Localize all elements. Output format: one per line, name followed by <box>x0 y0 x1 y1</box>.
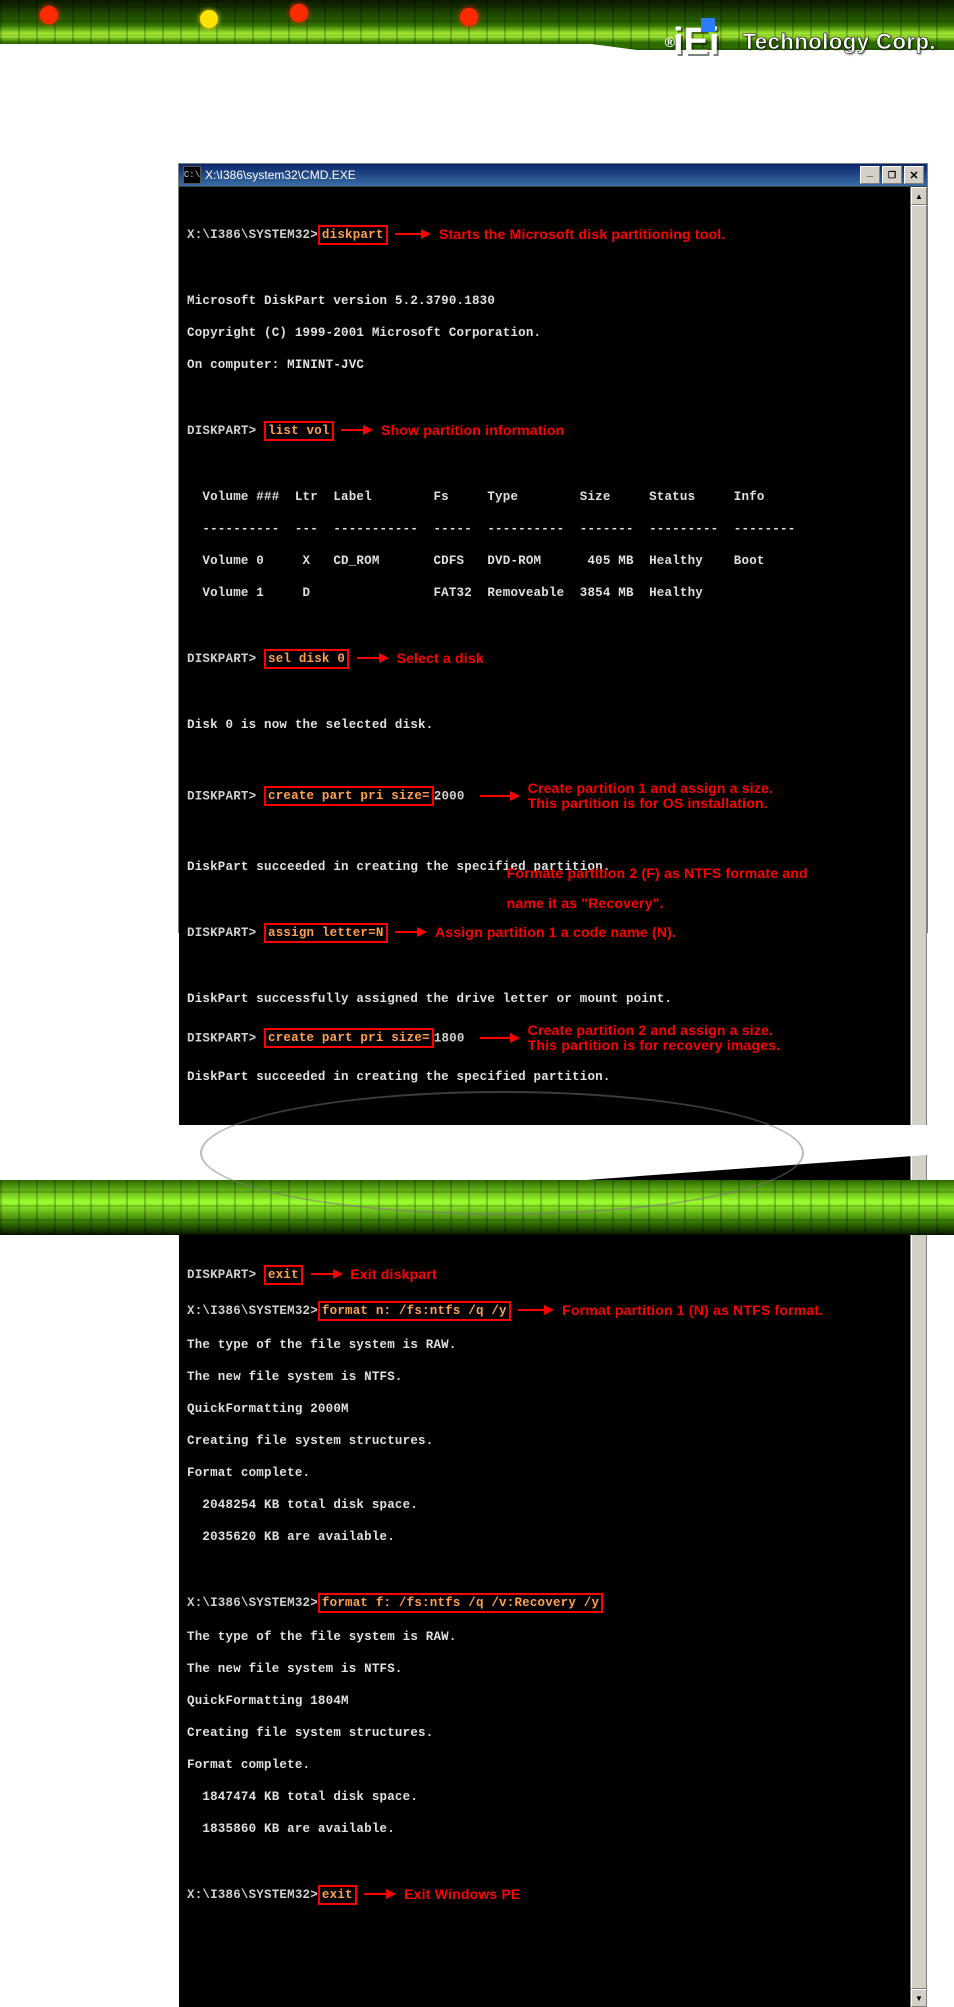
cmd-create-part-1: create part pri size= <box>264 786 434 806</box>
table-row: Volume 0 X CD_ROM CDFS DVD-ROM 405 MB He… <box>187 553 904 569</box>
brand-tagline: Technology Corp. <box>743 29 936 55</box>
cmd-icon: C:\ <box>183 166 201 184</box>
output-line: The type of the file system is RAW. <box>187 1337 904 1353</box>
annotation: Format partition 1 (N) as NTFS format. <box>562 1303 823 1318</box>
minimize-button[interactable]: _ <box>860 166 880 184</box>
console-output[interactable]: X:\I386\SYSTEM32>diskpart Starts the Mic… <box>179 187 910 2007</box>
prompt: DISKPART> <box>187 1031 264 1045</box>
cmd-format-n: format n: /fs:ntfs /q /y <box>318 1301 511 1321</box>
prompt: X:\I386\SYSTEM32> <box>187 1596 318 1610</box>
prompt: DISKPART> <box>187 1268 264 1282</box>
output-line: Format complete. <box>187 1757 904 1773</box>
table-row: Volume 1 D FAT32 Removeable 3854 MB Heal… <box>187 585 904 601</box>
close-button[interactable]: ✕ <box>904 166 924 184</box>
arrow-icon <box>357 651 389 667</box>
scroll-thumb[interactable] <box>911 205 927 1989</box>
cmd-create-part-2: create part pri size= <box>264 1028 434 1048</box>
output-line: The type of the file system is RAW. <box>187 1629 904 1645</box>
vertical-scrollbar[interactable]: ▲ ▼ <box>910 187 927 2007</box>
output-line: QuickFormatting 2000M <box>187 1401 904 1417</box>
page-footer-decoration <box>0 1180 954 1235</box>
arrow-icon <box>395 925 427 941</box>
table-sep: ---------- --- ----------- ----- -------… <box>187 521 904 537</box>
cmd-tail: 2000 <box>434 789 465 803</box>
annotation: Create partition 1 and assign a size.Thi… <box>528 781 773 811</box>
table-header: Volume ### Ltr Label Fs Type Size Status… <box>187 489 904 505</box>
output-line: QuickFormatting 1804M <box>187 1693 904 1709</box>
prompt: DISKPART> <box>187 424 264 438</box>
cmd-sel-disk: sel disk 0 <box>264 649 349 669</box>
prompt: DISKPART> <box>187 789 264 803</box>
output-line: On computer: MININT-JVC <box>187 357 904 373</box>
cmd-exit-pe: exit <box>318 1885 357 1905</box>
output-line: Disk 0 is now the selected disk. <box>187 717 904 733</box>
arrow-icon <box>364 1887 396 1903</box>
arrow-icon <box>341 423 373 439</box>
arrow-icon <box>480 788 520 804</box>
brand-logo: ® iEi <box>665 22 735 62</box>
arrow-icon <box>395 227 431 243</box>
window-title: X:\I386\system32\CMD.EXE <box>205 168 859 182</box>
cmd-exit-diskpart: exit <box>264 1265 303 1285</box>
output-line: DiskPart succeeded in creating the speci… <box>187 1069 904 1085</box>
prompt: DISKPART> <box>187 652 264 666</box>
arrow-icon <box>480 1030 520 1046</box>
output-line: 1835860 KB are available. <box>187 1821 904 1837</box>
annotation: Assign partition 1 a code name (N). <box>435 925 676 940</box>
scroll-down-button[interactable]: ▼ <box>911 1989 927 2007</box>
prompt: X:\I386\SYSTEM32> <box>187 228 318 242</box>
prompt: DISKPART> <box>187 926 264 940</box>
titlebar[interactable]: C:\ X:\I386\system32\CMD.EXE _ ❐ ✕ <box>179 164 927 186</box>
output-line: 1847474 KB total disk space. <box>187 1789 904 1805</box>
cmd-assign-n: assign letter=N <box>264 923 388 943</box>
output-line: 2035620 KB are available. <box>187 1529 904 1545</box>
output-line: The new file system is NTFS. <box>187 1661 904 1677</box>
output-line: The new file system is NTFS. <box>187 1369 904 1385</box>
arrow-icon <box>507 851 508 866</box>
annotation: Exit Windows PE <box>404 1887 520 1902</box>
cmd-list-vol: list vol <box>264 421 334 441</box>
annotation: Show partition information <box>381 423 564 438</box>
scroll-track[interactable] <box>911 205 927 1989</box>
arrow-icon <box>518 1303 554 1319</box>
maximize-button[interactable]: ❐ <box>882 166 902 184</box>
scroll-up-button[interactable]: ▲ <box>911 187 927 205</box>
annotation: Starts the Microsoft disk partitioning t… <box>439 227 725 242</box>
annotation: Select a disk <box>396 651 483 666</box>
annotation: Create partition 2 and assign a size.Thi… <box>528 1023 781 1053</box>
output-line: Format complete. <box>187 1465 904 1481</box>
prompt: X:\I386\SYSTEM32> <box>187 1888 318 1902</box>
output-line: Creating file system structures. <box>187 1725 904 1741</box>
annotation: Exit diskpart <box>350 1267 437 1282</box>
output-line: 2048254 KB total disk space. <box>187 1497 904 1513</box>
output-line: Creating file system structures. <box>187 1433 904 1449</box>
prompt: X:\I386\SYSTEM32> <box>187 1304 318 1318</box>
brand-block: ® iEi Technology Corp. <box>665 22 936 62</box>
output-line: Copyright (C) 1999-2001 Microsoft Corpor… <box>187 325 904 341</box>
cmd-diskpart: diskpart <box>318 225 388 245</box>
output-line: DiskPart successfully assigned the drive… <box>187 991 904 1007</box>
arrow-icon <box>311 1267 343 1283</box>
output-line: Microsoft DiskPart version 5.2.3790.1830 <box>187 293 904 309</box>
cmd-window: C:\ X:\I386\system32\CMD.EXE _ ❐ ✕ X:\I3… <box>178 163 928 933</box>
annotation: Formate partition 2 (F) as NTFS formate … <box>474 835 808 926</box>
cmd-format-f: format f: /fs:ntfs /q /v:Recovery /y <box>318 1593 603 1613</box>
cmd-tail: 1800 <box>434 1031 465 1045</box>
